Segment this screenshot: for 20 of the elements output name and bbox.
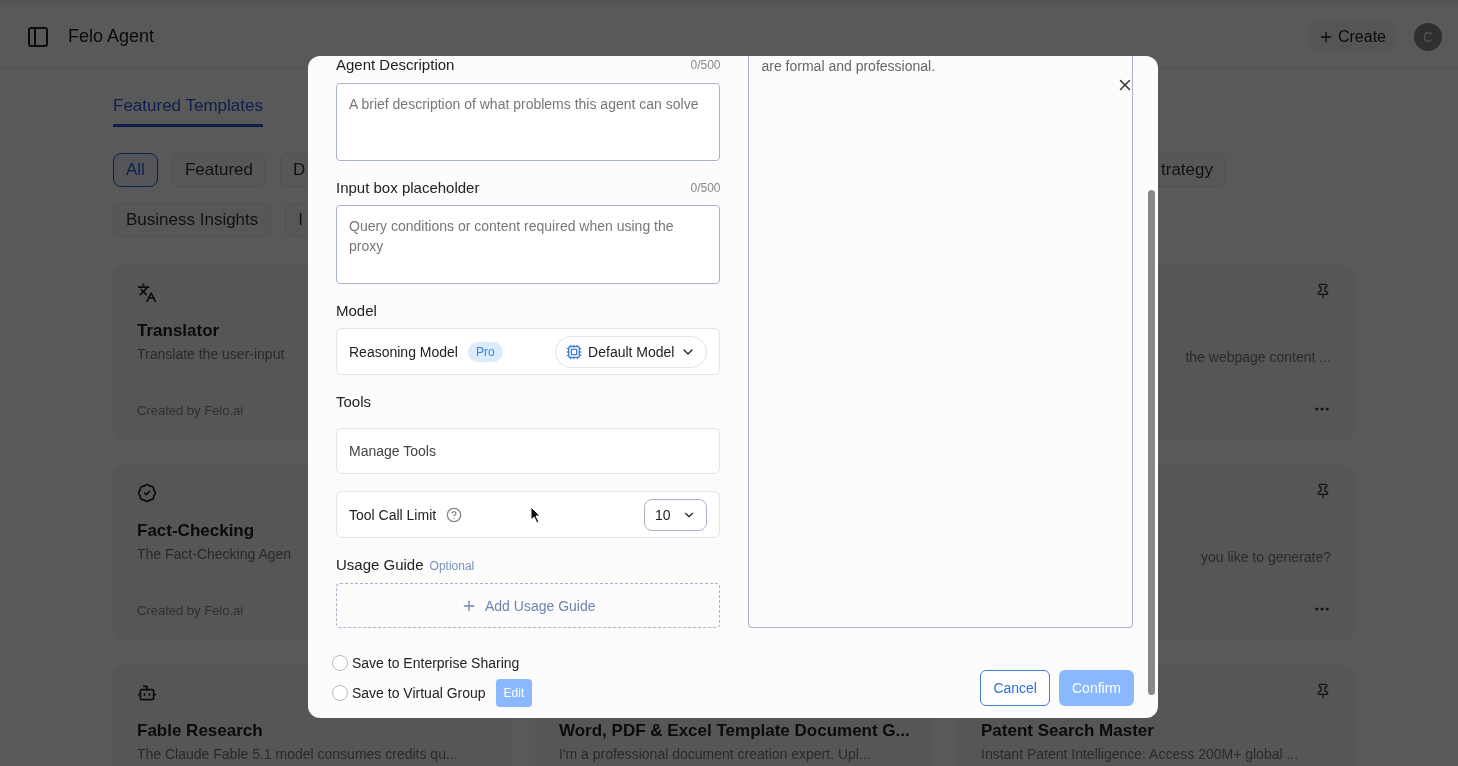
card-title: Fable Research bbox=[137, 721, 263, 741]
char-counter: 0/500 bbox=[690, 180, 721, 195]
field-label: Input box placeholder bbox=[336, 179, 480, 197]
app-title: Felo Agent bbox=[68, 26, 156, 47]
card-title: Word, PDF & Excel Template Document G... bbox=[559, 721, 910, 741]
tool-limit-label: Tool Call Limit bbox=[349, 506, 437, 523]
char-counter: 0/500 bbox=[690, 57, 721, 72]
card-title: Patent Search Master bbox=[981, 721, 1154, 741]
optional-hint: Optional bbox=[429, 559, 475, 574]
option-label: Save to Virtual Group bbox=[352, 685, 486, 701]
field-label: Agent Description bbox=[336, 56, 455, 74]
option-label: Save to Enterprise Sharing bbox=[352, 655, 520, 671]
pro-badge: Pro bbox=[467, 341, 503, 362]
field-label: Tools bbox=[336, 393, 372, 411]
preview-text: are formal and professional. bbox=[761, 58, 937, 74]
field-label: Usage Guide bbox=[336, 556, 424, 574]
model-name: Reasoning Model bbox=[349, 343, 458, 360]
card-title: Fact-Checking bbox=[137, 521, 255, 541]
card-title: Translator bbox=[137, 321, 220, 341]
field-label: Model bbox=[336, 302, 377, 320]
